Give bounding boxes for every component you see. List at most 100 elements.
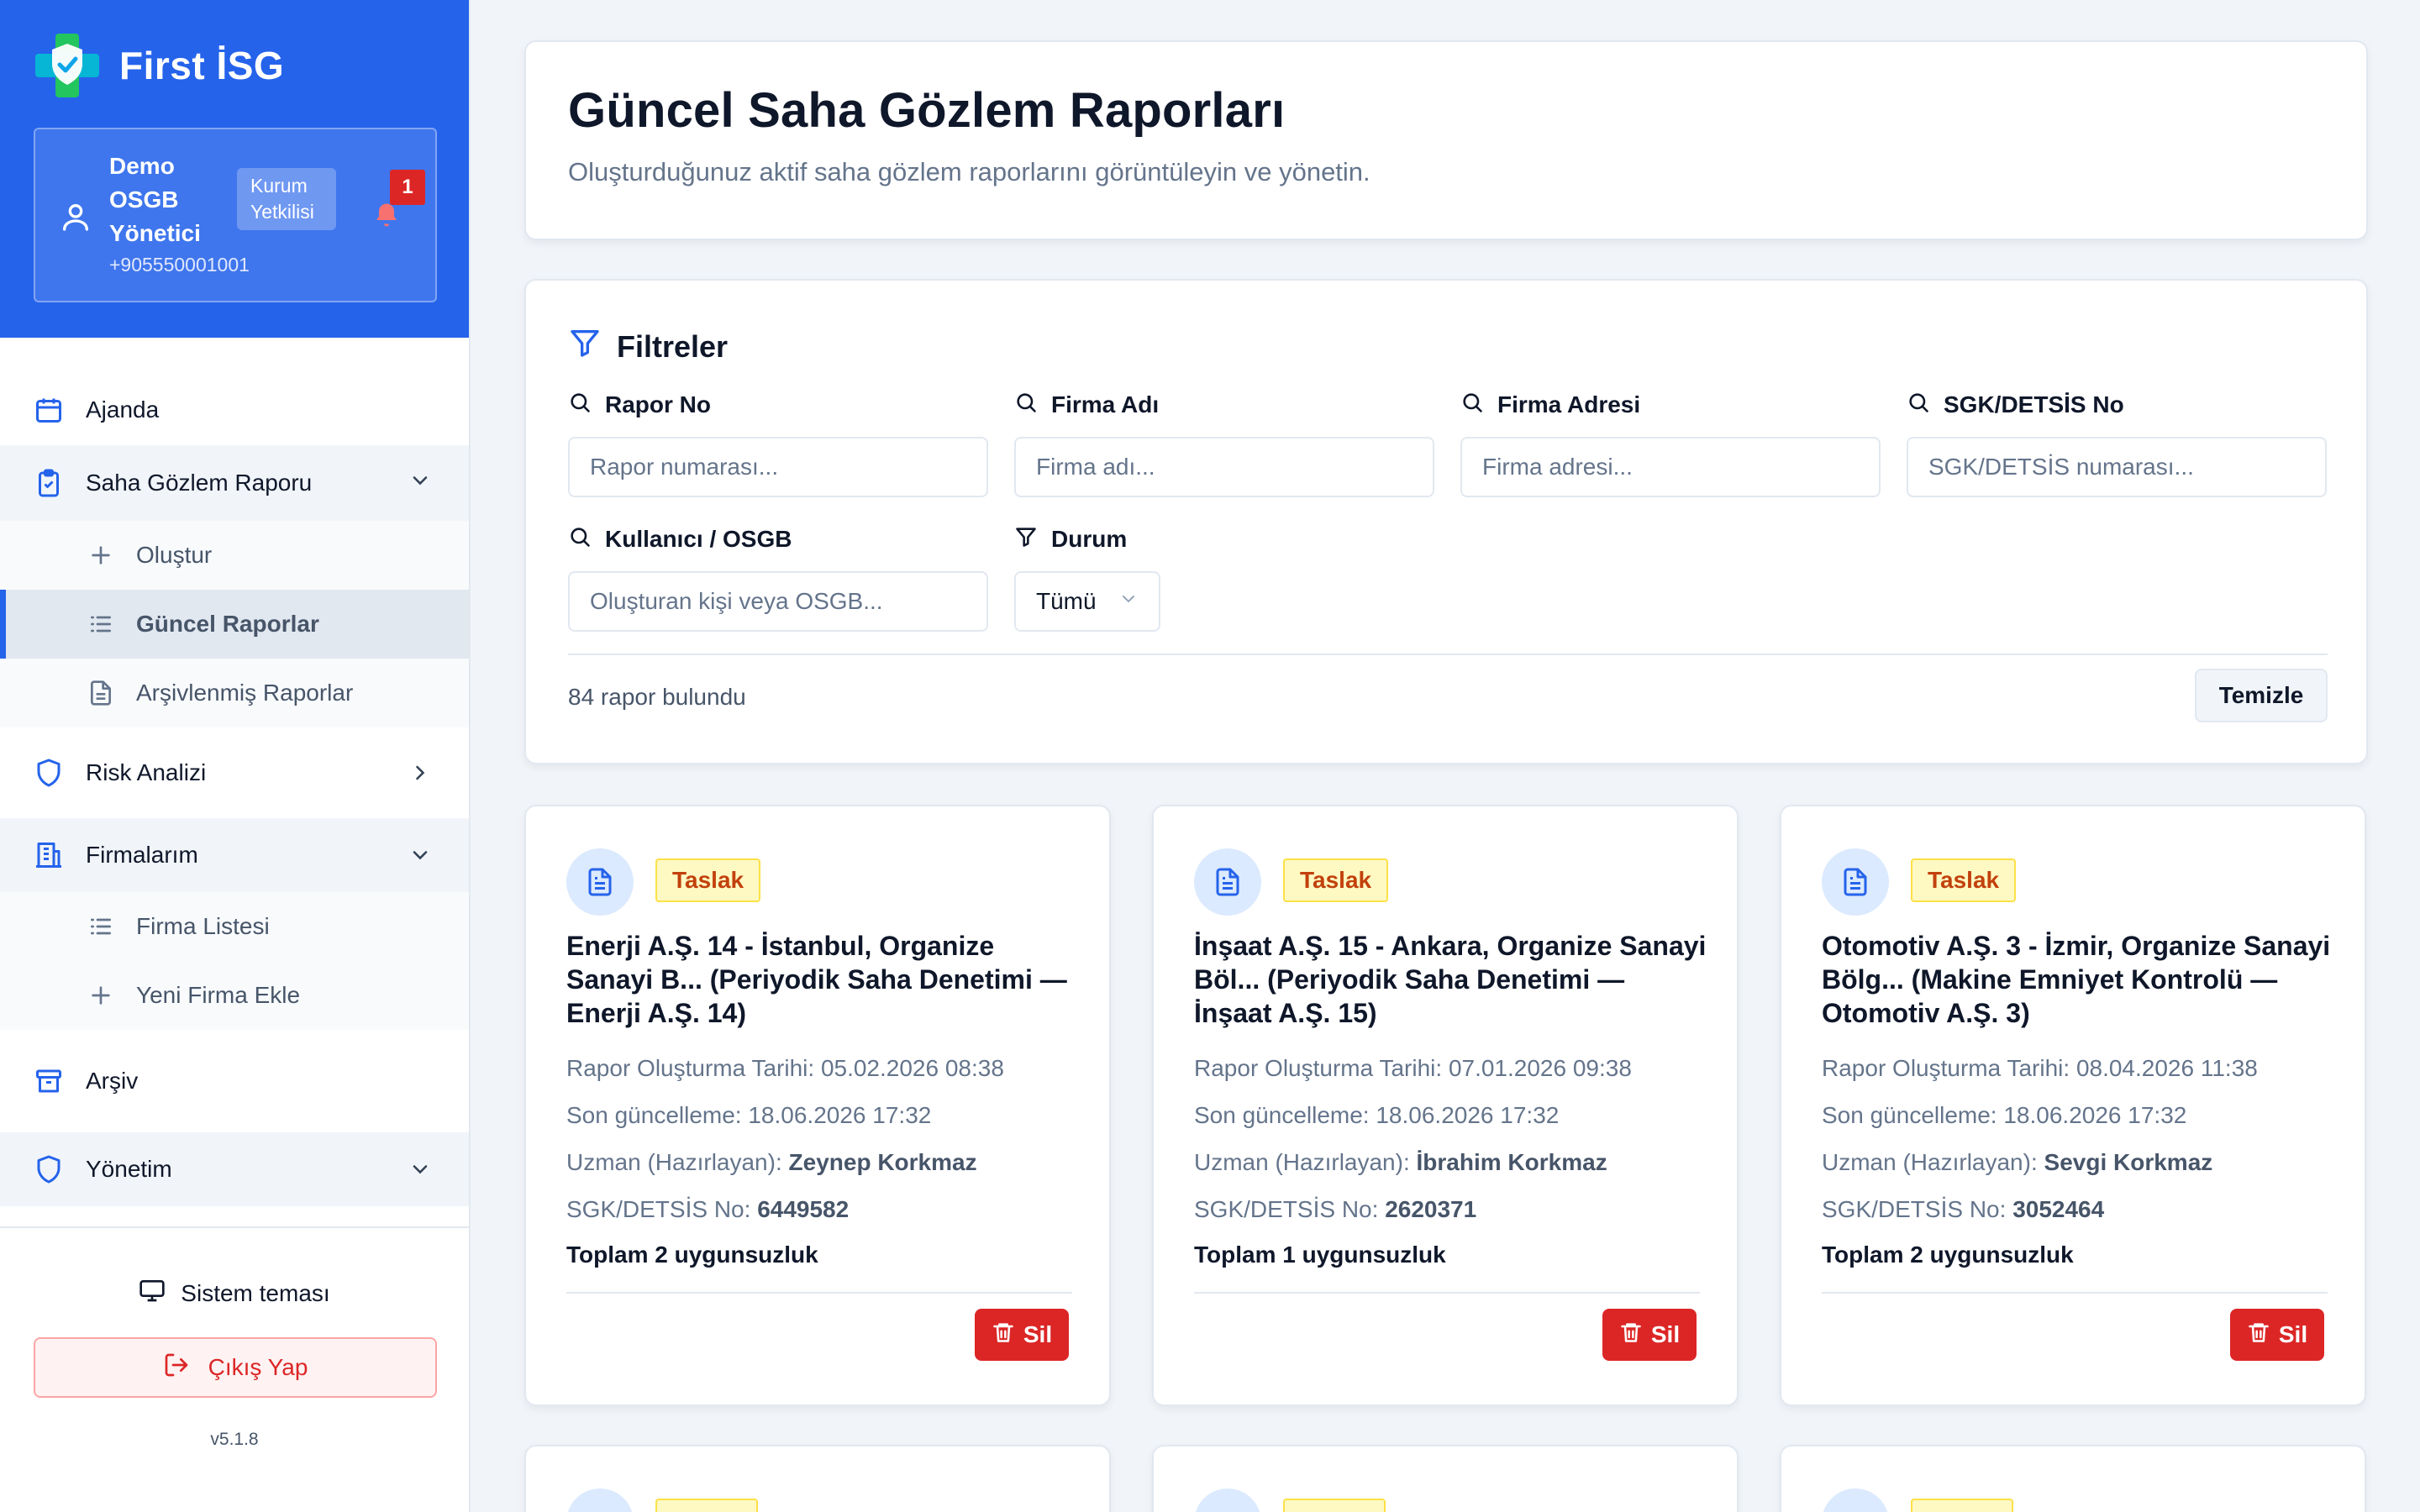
shield-icon (34, 1154, 64, 1184)
clear-filters-button[interactable]: Temizle (2195, 669, 2328, 722)
report-title[interactable]: Otomotiv A.Ş. 3 - İzmir, Organize Sanayi… (1822, 929, 2334, 1030)
created-value: 08.04.2026 11:38 (2075, 1055, 2258, 1081)
updated-value: 18.06.2026 17:32 (1376, 1102, 1560, 1128)
firma-submenu: Firma Listesi Yeni Firma Ekle (0, 892, 469, 1030)
user-card[interactable]: Demo OSGB Yönetici +905550001001 Kurum Y… (34, 128, 437, 302)
nav-label: Firmalarım (86, 842, 198, 868)
nonconformity-total: Toplam 2 uygunsuzluk (566, 1242, 818, 1268)
delete-label: Sil (1023, 1321, 1053, 1347)
status-badge: Taslak (655, 858, 761, 902)
report-card[interactable]: Taslak Otomotiv A.Ş. 3 - İzmir, Organize… (1780, 805, 2366, 1406)
delete-button[interactable]: Sil (1602, 1309, 1697, 1361)
sub-item-olustur[interactable]: Oluştur (0, 521, 469, 590)
nav-item-arsiv[interactable]: Arşiv (0, 1030, 469, 1132)
card-divider (1822, 1292, 2328, 1294)
field-label-text: Durum (1051, 526, 1128, 552)
field-label-text: Rapor No (605, 391, 711, 417)
filter-durum: Durum Tümü (1014, 522, 1182, 632)
result-count: 84 rapor bulundu (568, 684, 746, 710)
report-card[interactable]: Taslak İnşaat A.Ş. 15 - Ankara, Organize… (1152, 805, 1739, 1406)
sidebar-header: First İSG Demo OSGB Yönetici +9055500010… (0, 0, 469, 338)
sub-item-guncel-raporlar[interactable]: Güncel Raporlar (0, 590, 469, 659)
chevron-down-icon (408, 469, 432, 492)
search-icon (1907, 391, 1930, 420)
role-line: Kurum (250, 175, 308, 197)
created-label: Rapor Oluşturma Tarihi: (566, 1055, 815, 1081)
field-label: Durum (1014, 522, 1182, 556)
rapor-no-input[interactable]: Rapor numarası... (568, 437, 988, 497)
expert-value: Sevgi Korkmaz (2044, 1149, 2213, 1175)
firma-adi-input[interactable]: Firma adı... (1014, 437, 1434, 497)
status-badge (655, 1499, 758, 1512)
report-title[interactable]: İnşaat A.Ş. 15 - Ankara, Organize Sanayi… (1194, 929, 1707, 1030)
field-label: SGK/DETSİS No (1907, 388, 2327, 422)
nav-item-saha-gozlem[interactable]: Saha Gözlem Raporu (0, 445, 469, 521)
page-title: Güncel Saha Gözlem Raporları (568, 83, 1286, 138)
user-icon (59, 200, 92, 234)
sub-label: Yeni Firma Ekle (136, 982, 301, 1008)
monitor-icon (139, 1277, 166, 1310)
document-icon (1194, 1488, 1261, 1512)
sgk-value: 3052464 (2012, 1196, 2105, 1222)
file-text-icon (87, 680, 114, 706)
updated-date: Son güncelleme: 18.06.2026 17:32 (1822, 1102, 2186, 1129)
funnel-icon (1014, 525, 1038, 554)
nav-item-firmalarim[interactable]: Firmalarım (0, 818, 469, 892)
report-title[interactable]: Enerji A.Ş. 14 - İstanbul, Organize Sana… (566, 929, 1079, 1030)
durum-select[interactable]: Tümü (1014, 571, 1160, 632)
nav-item-risk-analizi[interactable]: Risk Analizi (0, 727, 469, 818)
filter-rapor-no: Rapor No Rapor numarası... (568, 388, 988, 497)
sub-item-yeni-firma[interactable]: Yeni Firma Ekle (0, 961, 469, 1030)
delete-button[interactable]: Sil (975, 1309, 1069, 1361)
created-value: 05.02.2026 08:38 (820, 1055, 1004, 1081)
plus-icon (87, 982, 114, 1009)
document-icon (566, 848, 634, 916)
report-card-partial[interactable] (1152, 1445, 1739, 1512)
document-icon (1822, 1488, 1889, 1512)
theme-label: Sistem teması (181, 1279, 330, 1306)
role-line: Yetkilisi (250, 201, 314, 223)
nav-label: Yönetim (86, 1156, 172, 1182)
nav-item-ajanda[interactable]: Ajanda (0, 375, 469, 445)
clipboard-check-icon (34, 468, 64, 498)
report-card-partial[interactable] (1780, 1445, 2366, 1512)
field-label-text: SGK/DETSİS No (1944, 391, 2124, 417)
sgk-value: 6449582 (757, 1196, 850, 1222)
logout-button[interactable]: Çıkış Yap (34, 1337, 437, 1398)
created-label: Rapor Oluşturma Tarihi: (1822, 1055, 2070, 1081)
sub-item-firma-listesi[interactable]: Firma Listesi (0, 892, 469, 961)
field-label: Kullanıcı / OSGB (568, 522, 988, 556)
report-card[interactable]: Taslak Enerji A.Ş. 14 - İstanbul, Organi… (524, 805, 1111, 1406)
created-date: Rapor Oluşturma Tarihi: 07.01.2026 09:38 (1194, 1055, 1632, 1082)
expert-label: Uzman (Hazırlayan): (1822, 1149, 2038, 1175)
brand[interactable]: First İSG (34, 30, 435, 101)
created-date: Rapor Oluşturma Tarihi: 08.04.2026 11:38 (1822, 1055, 2258, 1082)
sub-item-arsivlenmis[interactable]: Arşivlenmiş Raporlar (0, 659, 469, 727)
report-card-partial[interactable] (524, 1445, 1111, 1512)
status-badge: Taslak (1911, 858, 2017, 902)
field-label: Rapor No (568, 388, 988, 422)
funnel-icon (568, 326, 602, 367)
document-icon (1822, 848, 1889, 916)
delete-label: Sil (1650, 1321, 1681, 1347)
field-label: Firma Adı (1014, 388, 1434, 422)
firma-adresi-input[interactable]: Firma adresi... (1460, 437, 1881, 497)
filter-firma-adi: Firma Adı Firma adı... (1014, 388, 1434, 497)
nav-item-yonetim[interactable]: Yönetim (0, 1132, 469, 1206)
theme-toggle-button[interactable]: Sistem teması (0, 1277, 469, 1310)
user-name: Demo OSGB Yönetici (109, 153, 201, 246)
sub-label: Oluştur (136, 542, 213, 568)
updated-label: Son güncelleme: (1194, 1102, 1370, 1128)
sgk-input[interactable]: SGK/DETSİS numarası... (1907, 437, 2327, 497)
created-date: Rapor Oluşturma Tarihi: 05.02.2026 08:38 (566, 1055, 1004, 1082)
status-badge (1911, 1499, 2013, 1512)
delete-button[interactable]: Sil (2230, 1309, 2324, 1361)
sub-label: Arşivlenmiş Raporlar (136, 680, 354, 706)
status-badge (1283, 1499, 1386, 1512)
document-icon (566, 1488, 634, 1512)
nonconformity-total: Toplam 1 uygunsuzluk (1194, 1242, 1446, 1268)
saha-submenu: Oluştur Güncel Raporlar Arşivlenmiş Rapo… (0, 521, 469, 727)
kullanici-input[interactable]: Oluşturan kişi veya OSGB... (568, 571, 988, 632)
sidebar-footer: Sistem teması Çıkış Yap v5.1.8 (0, 1226, 469, 1512)
shield-cross-logo-icon (34, 32, 101, 99)
